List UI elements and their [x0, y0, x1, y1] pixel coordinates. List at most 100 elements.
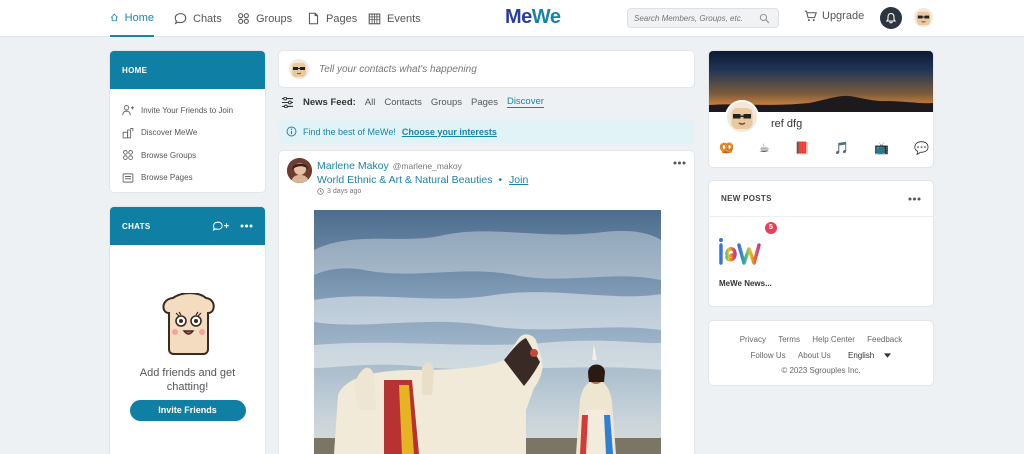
notifications-button[interactable]	[880, 7, 902, 29]
browse-pages-label: Browse Pages	[141, 173, 193, 183]
music-note-icon[interactable]: 🎵	[834, 141, 849, 155]
caret-down-icon	[884, 352, 892, 358]
post-author-name[interactable]: Marlene Makoy	[317, 160, 389, 172]
more-options-icon[interactable]	[240, 224, 253, 228]
post-timestamp: 3 days ago	[317, 188, 361, 195]
chats-card-header: CHATS	[110, 207, 265, 245]
nav-chats[interactable]: Chats	[174, 0, 222, 37]
composer-placeholder[interactable]: Tell your contacts what's happening	[319, 64, 477, 75]
post-author-avatar[interactable]	[287, 158, 312, 183]
post-group-line: World Ethnic & Art & Natural Beauties • …	[317, 174, 528, 186]
nav-pages[interactable]: Pages	[307, 0, 357, 37]
upgrade-button[interactable]: Upgrade	[804, 10, 864, 22]
upgrade-label: Upgrade	[822, 10, 865, 22]
new-posts-more-options-icon[interactable]	[908, 197, 921, 201]
post-time-text: 3 days ago	[327, 188, 362, 195]
clock-icon	[317, 188, 324, 195]
mewe-news-logo-icon	[719, 238, 761, 265]
chats-card-title: CHATS	[122, 221, 151, 231]
terms-link[interactable]: Terms	[778, 335, 800, 344]
language-select[interactable]: English	[843, 350, 892, 360]
composer-avatar	[289, 59, 309, 79]
info-icon	[286, 126, 297, 137]
discover-icon	[122, 127, 134, 139]
post-composer[interactable]: Tell your contacts what's happening	[279, 51, 694, 87]
book-icon[interactable]: 📕	[795, 141, 810, 155]
tv-icon[interactable]: 📺	[874, 141, 889, 155]
toast-mascot-icon	[162, 292, 215, 355]
search-box[interactable]	[627, 8, 779, 28]
footer-links-card: Privacy Terms Help Center Feedback Follo…	[709, 321, 933, 385]
empty-chat-message: Add friends and get chatting!	[139, 367, 236, 393]
home-icon	[110, 13, 118, 22]
browse-groups-link[interactable]: Browse Groups	[122, 144, 253, 167]
filter-pages[interactable]: Pages	[471, 97, 498, 108]
home-card: HOME Invite Your Friends to Join Discove…	[110, 51, 265, 192]
calendar-icon	[368, 13, 381, 25]
speech-bubble-icon[interactable]: 💬	[914, 141, 929, 155]
browse-pages-link[interactable]: Browse Pages	[122, 167, 253, 190]
post-author[interactable]: Marlene Makoy @marlene_makoy	[317, 160, 462, 172]
filter-contacts[interactable]: Contacts	[384, 97, 422, 108]
join-group-link[interactable]: Join	[509, 174, 528, 186]
language-value: English	[848, 350, 875, 360]
discover-mewe-link[interactable]: Discover MeWe	[122, 122, 253, 145]
post-more-options-icon[interactable]	[673, 161, 686, 165]
nav-home-label: Home	[124, 11, 154, 24]
new-posts-card: NEW POSTS MeWe News...	[709, 181, 933, 306]
mewe-logo[interactable]: MeWe	[505, 6, 561, 29]
help-center-link[interactable]: Help Center	[812, 335, 855, 344]
discover-banner-text: Find the best of MeWe!	[303, 126, 396, 137]
home-card-title: HOME	[122, 65, 148, 75]
mewe-news-label[interactable]: MeWe News...	[719, 279, 772, 288]
cart-icon	[804, 10, 817, 22]
profile-card: ref dfg 🥨 ☕ 📕 🎵 📺 💬	[709, 51, 933, 167]
pretzel-icon[interactable]: 🥨	[719, 141, 734, 155]
search-icon[interactable]	[759, 13, 770, 24]
empty-chat-state: Add friends and get chatting! Invite Fri…	[110, 245, 265, 421]
post-image[interactable]	[314, 210, 661, 454]
about-us-link[interactable]: About Us	[798, 351, 831, 360]
bell-icon	[885, 12, 897, 24]
nav-home[interactable]: Home	[110, 0, 154, 37]
news-feed-filter-bar: News Feed: All Contacts Groups Pages Dis…	[281, 96, 544, 108]
author-photo-icon	[287, 158, 312, 183]
new-posts-header: NEW POSTS	[709, 181, 933, 217]
feedback-link[interactable]: Feedback	[867, 335, 902, 344]
search-input[interactable]	[634, 13, 759, 23]
page-icon	[308, 12, 319, 25]
post-author-handle: @marlene_makoy	[392, 161, 462, 171]
privacy-link[interactable]: Privacy	[740, 335, 766, 344]
invite-friends-link[interactable]: Invite Your Friends to Join	[122, 99, 253, 122]
profile-name[interactable]: ref dfg	[771, 118, 802, 130]
profile-avatar[interactable]	[725, 100, 759, 134]
filter-all[interactable]: All	[365, 97, 376, 108]
filter-groups[interactable]: Groups	[431, 97, 462, 108]
post-group-name[interactable]: World Ethnic & Art & Natural Beauties	[317, 174, 492, 186]
nav-groups[interactable]: Groups	[237, 0, 292, 37]
new-chat-icon[interactable]	[212, 221, 230, 232]
post-separator: •	[498, 174, 503, 186]
nav-pages-label: Pages	[326, 12, 358, 25]
mewe-news-tile[interactable]	[719, 227, 775, 271]
user-avatar[interactable]	[914, 8, 933, 27]
home-card-header: HOME	[110, 51, 265, 89]
chat-bubble-icon	[174, 13, 187, 25]
new-posts-title: NEW POSTS	[721, 194, 772, 203]
nav-events[interactable]: Events	[368, 0, 421, 37]
filter-discover[interactable]: Discover	[506, 96, 544, 108]
filter-sliders-icon[interactable]	[281, 96, 294, 108]
choose-interests-link[interactable]: Choose your interests	[402, 127, 497, 137]
nav-chats-label: Chats	[193, 12, 222, 25]
coffee-icon[interactable]: ☕	[759, 141, 770, 155]
follow-us-link[interactable]: Follow Us	[751, 351, 786, 360]
add-person-icon	[122, 105, 134, 116]
news-feed-label: News Feed:	[303, 96, 356, 108]
horse-and-rider-photo-icon	[314, 210, 661, 454]
copyright-text: © 2023 Sgrouples Inc.	[781, 366, 861, 375]
chats-card: CHATS Add friends and get chatting! Invi…	[110, 207, 265, 454]
invite-friends-button[interactable]: Invite Friends	[129, 400, 246, 421]
profile-emoji-row: 🥨 ☕ 📕 🎵 📺 💬	[719, 141, 929, 155]
new-posts-count-badge: 5	[765, 222, 777, 234]
toast-sunglasses-avatar-icon	[916, 11, 931, 26]
